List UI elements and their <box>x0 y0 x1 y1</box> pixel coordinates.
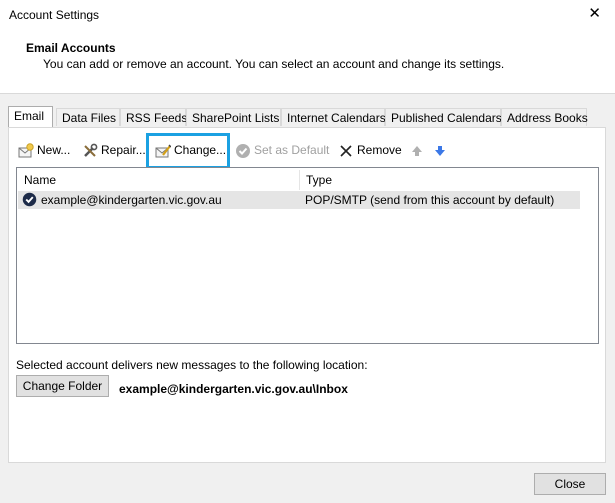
tab-rss-feeds-label: RSS Feeds <box>126 111 188 125</box>
tab-internet-calendars-label: Internet Calendars <box>287 111 386 125</box>
column-header-type[interactable]: Type <box>300 170 580 190</box>
change-folder-button[interactable]: Change Folder <box>16 375 109 397</box>
header-title: Email Accounts <box>26 41 116 55</box>
header: Email Accounts You can add or remove an … <box>0 31 615 94</box>
arrow-up-icon <box>409 143 425 159</box>
tab-email[interactable]: Email <box>8 106 53 127</box>
delivery-description: Selected account delivers new messages t… <box>16 358 368 372</box>
account-type: POP/SMTP (send from this account by defa… <box>305 193 555 207</box>
remove-button-label: Remove <box>357 143 402 157</box>
header-description: You can add or remove an account. You ca… <box>43 57 505 71</box>
tab-email-label: Email <box>14 109 45 123</box>
tab-sharepoint-lists-label: SharePoint Lists <box>192 111 280 125</box>
change-button-highlight <box>146 133 230 169</box>
table-row[interactable]: example@kindergarten.vic.gov.au POP/SMTP… <box>18 191 580 209</box>
close-button[interactable]: Close <box>534 473 606 495</box>
tab-address-books-label: Address Books <box>507 111 588 125</box>
close-icon[interactable]: ✕ <box>588 6 601 21</box>
set-as-default-button[interactable]: Set as Default <box>235 140 329 160</box>
window-title: Account Settings <box>9 8 100 22</box>
remove-button[interactable]: Remove <box>338 140 402 160</box>
move-down-button[interactable] <box>432 140 451 160</box>
set-as-default-label: Set as Default <box>254 143 330 157</box>
new-button-label: New... <box>37 143 71 157</box>
tab-address-books[interactable]: Address Books <box>501 108 588 126</box>
delivery-location: example@kindergarten.vic.gov.au\Inbox <box>119 382 348 396</box>
tab-data-files[interactable]: Data Files <box>56 108 120 126</box>
accounts-list[interactable]: Name Type example@kindergarten.vic.gov.a… <box>16 167 599 344</box>
new-button[interactable]: New... <box>18 140 70 160</box>
default-account-check-icon <box>22 192 37 210</box>
tab-data-files-label: Data Files <box>62 111 117 125</box>
title-bar: Account Settings ✕ <box>0 0 615 31</box>
remove-x-icon <box>338 143 354 159</box>
tab-rss-feeds[interactable]: RSS Feeds <box>120 108 188 126</box>
column-header-name[interactable]: Name <box>18 170 299 190</box>
tab-sharepoint-lists[interactable]: SharePoint Lists <box>186 108 281 126</box>
account-name: example@kindergarten.vic.gov.au <box>41 193 222 207</box>
tab-published-calendars-label: Published Calendars <box>391 111 502 125</box>
checkmark-circle-icon <box>235 143 251 159</box>
repair-button[interactable]: Repair... <box>82 140 146 160</box>
move-up-button[interactable] <box>409 140 428 160</box>
repair-button-label: Repair... <box>101 143 146 157</box>
tab-internet-calendars[interactable]: Internet Calendars <box>281 108 386 126</box>
repair-tools-icon <box>82 143 98 159</box>
tab-published-calendars[interactable]: Published Calendars <box>385 108 502 126</box>
new-account-icon <box>18 143 34 159</box>
arrow-down-icon <box>432 143 448 159</box>
